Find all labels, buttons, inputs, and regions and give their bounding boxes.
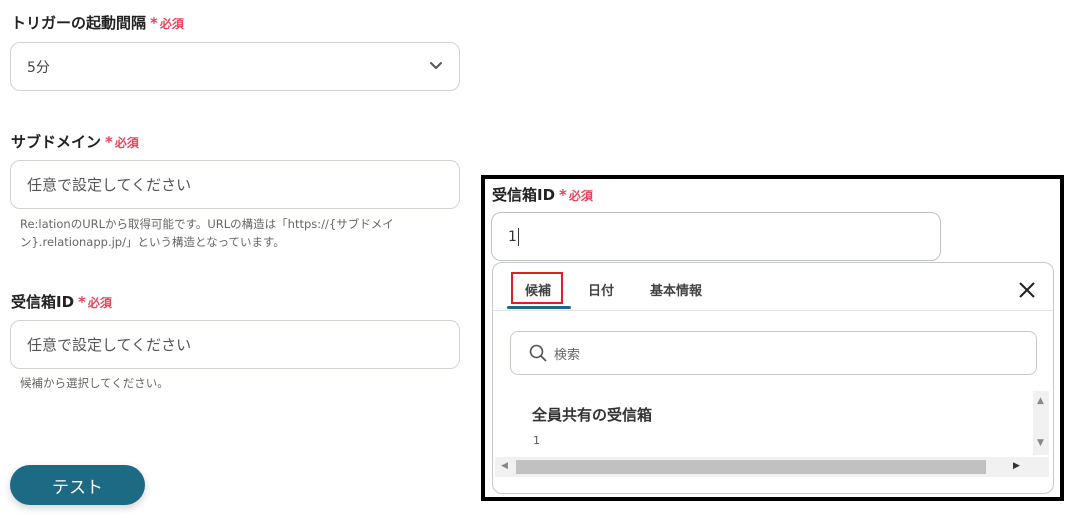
popup-inbox-id-input[interactable]: 1 — [491, 212, 941, 261]
test-button[interactable]: テスト — [10, 465, 145, 505]
inbox-id-placeholder: 任意で設定してください — [27, 336, 192, 354]
trigger-interval-select[interactable]: 5分 — [10, 42, 460, 91]
subdomain-placeholder: 任意で設定してください — [27, 176, 192, 194]
horizontal-scrollbar[interactable]: ◀ ▶ — [495, 457, 1049, 477]
search-icon — [529, 344, 547, 362]
candidate-title: 全員共有の受信箱 — [532, 406, 653, 424]
candidate-dropdown: 候補 日付 基本情報 検索 全員共有の受信箱 1 ▲ ▼ ◀ ▶ — [492, 262, 1054, 494]
inbox-id-help: 候補から選択してください。 — [20, 376, 169, 390]
chevron-down-icon — [430, 62, 442, 69]
popup-inbox-id-label: 受信箱ID * 必須 — [492, 186, 593, 204]
inbox-id-label: 受信箱ID * 必須 — [11, 293, 112, 311]
tab-date[interactable]: 日付 — [588, 280, 614, 299]
subdomain-label: サブドメイン * 必須 — [11, 133, 139, 151]
tab-divider — [493, 310, 1053, 311]
candidate-list-item[interactable]: 全員共有の受信箱 1 — [495, 391, 1033, 455]
inbox-id-popup-panel: 受信箱ID * 必須 1 候補 日付 基本情報 検索 全員共有の受信箱 1 ▲ … — [481, 175, 1064, 501]
scroll-up-arrow[interactable]: ▲ — [1037, 397, 1044, 406]
search-placeholder: 検索 — [554, 347, 581, 363]
tab-candidates[interactable]: 候補 — [525, 280, 551, 299]
text-caret — [517, 227, 519, 246]
horizontal-scroll-thumb[interactable] — [516, 460, 986, 474]
inbox-id-input[interactable]: 任意で設定してください — [10, 320, 460, 369]
candidate-value: 1 — [533, 434, 540, 447]
subdomain-input[interactable]: 任意で設定してください — [10, 160, 460, 209]
scroll-down-arrow[interactable]: ▼ — [1037, 439, 1044, 448]
close-icon[interactable] — [1018, 281, 1036, 299]
trigger-interval-label: トリガーの起動間隔 * 必須 — [11, 14, 184, 32]
scroll-left-arrow[interactable]: ◀ — [501, 462, 508, 471]
trigger-interval-value: 5分 — [27, 59, 50, 76]
popup-input-value: 1 — [508, 228, 517, 245]
candidate-search-input[interactable]: 検索 — [510, 331, 1037, 375]
tab-basic-info[interactable]: 基本情報 — [650, 280, 702, 299]
active-tab-underline — [507, 306, 571, 309]
scroll-right-arrow[interactable]: ▶ — [1013, 462, 1020, 471]
vertical-scrollbar[interactable]: ▲ ▼ — [1033, 391, 1049, 455]
subdomain-help: Re:lationのURLから取得可能です。URLの構造は「https://{サ… — [20, 217, 394, 249]
